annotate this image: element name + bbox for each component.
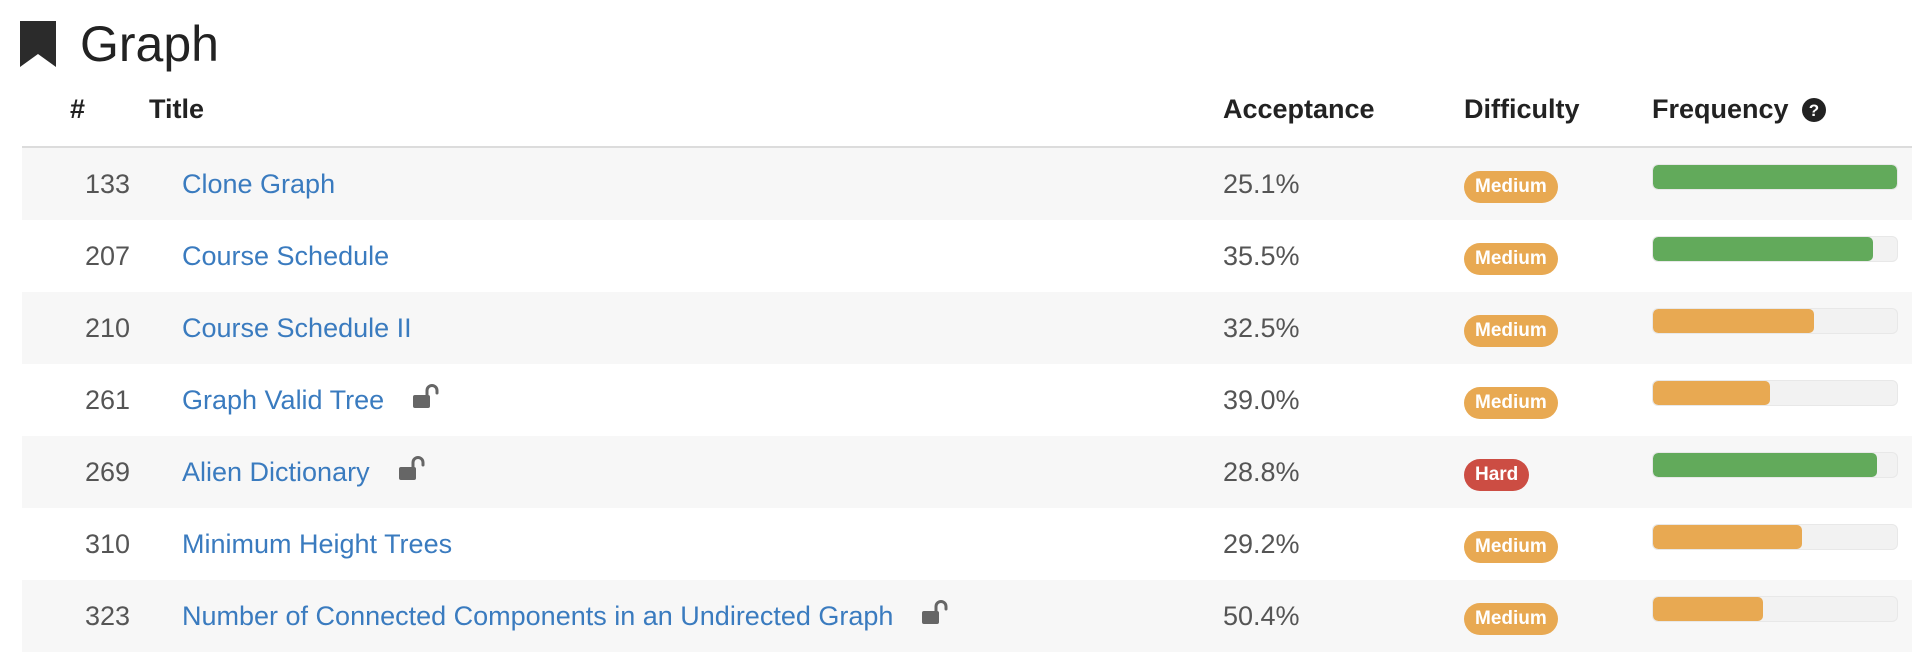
- problem-title-link[interactable]: Course Schedule: [182, 241, 389, 272]
- acceptance-rate: 29.2%: [1223, 528, 1300, 559]
- problem-number: 207: [85, 240, 131, 271]
- frequency-bar-fill: [1653, 309, 1815, 333]
- svg-text:?: ?: [1808, 101, 1818, 120]
- unlock-icon: [396, 454, 426, 484]
- frequency-cell: [1652, 436, 1898, 508]
- column-header-number[interactable]: #: [70, 94, 85, 125]
- problem-number: 269: [85, 456, 131, 487]
- acceptance-rate: 28.8%: [1223, 456, 1300, 487]
- problem-title-link[interactable]: Graph Valid Tree: [182, 385, 384, 416]
- difficulty-badge: Medium: [1464, 603, 1558, 635]
- frequency-cell: [1652, 508, 1898, 580]
- frequency-bar: [1652, 164, 1898, 190]
- difficulty-badge: Medium: [1464, 171, 1558, 203]
- table-body: 133 Clone Graph 25.1% Medium 207 Course Sched…: [22, 148, 1912, 652]
- problem-title-cell: Course Schedule: [182, 220, 389, 292]
- bookmark-icon: [20, 21, 56, 67]
- problem-number: 261: [85, 384, 131, 415]
- problem-title-link[interactable]: Number of Connected Components in an Und…: [182, 601, 893, 632]
- frequency-bar-fill: [1653, 381, 1771, 405]
- frequency-cell: [1652, 292, 1898, 364]
- unlock-icon: [919, 598, 949, 628]
- frequency-bar: [1652, 452, 1898, 478]
- frequency-bar-fill: [1653, 453, 1878, 477]
- problem-title-cell: Number of Connected Components in an Und…: [182, 580, 949, 652]
- frequency-bar-fill: [1653, 165, 1897, 189]
- problem-title-cell: Clone Graph: [182, 148, 335, 220]
- table-row: 269 Alien Dictionary 28.8% Hard: [22, 436, 1912, 508]
- problem-title-cell: Minimum Height Trees: [182, 508, 452, 580]
- problem-number: 133: [85, 168, 131, 199]
- problem-number: 323: [85, 600, 131, 631]
- section-header: Graph: [20, 14, 219, 74]
- difficulty-cell: Medium: [1464, 508, 1558, 580]
- acceptance-rate: 32.5%: [1223, 312, 1300, 343]
- difficulty-cell: Medium: [1464, 580, 1558, 652]
- question-circle-icon[interactable]: ?: [1801, 97, 1827, 123]
- frequency-cell: [1652, 148, 1898, 220]
- frequency-bar: [1652, 236, 1898, 262]
- difficulty-cell: Medium: [1464, 220, 1558, 292]
- problem-title-link[interactable]: Minimum Height Trees: [182, 529, 452, 560]
- column-header-difficulty[interactable]: Difficulty: [1464, 94, 1580, 125]
- problem-title-cell: Graph Valid Tree: [182, 364, 440, 436]
- problem-title-cell: Alien Dictionary: [182, 436, 426, 508]
- difficulty-badge: Medium: [1464, 315, 1558, 347]
- column-header-title[interactable]: Title: [149, 94, 204, 125]
- table-header: # Title Acceptance Difficulty Frequency …: [22, 76, 1912, 148]
- column-header-acceptance[interactable]: Acceptance: [1223, 94, 1375, 125]
- problem-title-link[interactable]: Course Schedule II: [182, 313, 412, 344]
- table-row: 207 Course Schedule 35.5% Medium: [22, 220, 1912, 292]
- difficulty-cell: Hard: [1464, 436, 1530, 508]
- problem-title-link[interactable]: Alien Dictionary: [182, 457, 370, 488]
- difficulty-cell: Medium: [1464, 364, 1558, 436]
- column-header-frequency[interactable]: Frequency: [1652, 94, 1789, 125]
- difficulty-badge: Medium: [1464, 243, 1558, 275]
- frequency-cell: [1652, 580, 1898, 652]
- difficulty-badge: Hard: [1464, 459, 1530, 491]
- table-row: 210 Course Schedule II 32.5% Medium: [22, 292, 1912, 364]
- table-row: 310 Minimum Height Trees 29.2% Medium: [22, 508, 1912, 580]
- unlock-icon: [410, 382, 440, 412]
- acceptance-rate: 35.5%: [1223, 240, 1300, 271]
- frequency-bar: [1652, 596, 1898, 622]
- frequency-bar: [1652, 308, 1898, 334]
- frequency-cell: [1652, 220, 1898, 292]
- problem-table: # Title Acceptance Difficulty Frequency …: [22, 76, 1912, 652]
- frequency-bar-fill: [1653, 237, 1873, 261]
- difficulty-badge: Medium: [1464, 531, 1558, 563]
- acceptance-rate: 39.0%: [1223, 384, 1300, 415]
- frequency-bar-fill: [1653, 597, 1763, 621]
- frequency-cell: [1652, 364, 1898, 436]
- table-row: 133 Clone Graph 25.1% Medium: [22, 148, 1912, 220]
- acceptance-rate: 25.1%: [1223, 168, 1300, 199]
- frequency-bar: [1652, 380, 1898, 406]
- frequency-bar: [1652, 524, 1898, 550]
- table-row: 323 Number of Connected Components in an …: [22, 580, 1912, 652]
- acceptance-rate: 50.4%: [1223, 600, 1300, 631]
- problem-title-link[interactable]: Clone Graph: [182, 169, 335, 200]
- difficulty-badge: Medium: [1464, 387, 1558, 419]
- problem-title-cell: Course Schedule II: [182, 292, 412, 364]
- table-row: 261 Graph Valid Tree 39.0% Medium: [22, 364, 1912, 436]
- column-header-frequency-wrap: Frequency ?: [1652, 94, 1827, 125]
- problem-number: 210: [85, 312, 131, 343]
- problem-number: 310: [85, 528, 131, 559]
- frequency-bar-fill: [1653, 525, 1802, 549]
- page-title: Graph: [80, 16, 219, 72]
- difficulty-cell: Medium: [1464, 292, 1558, 364]
- difficulty-cell: Medium: [1464, 148, 1558, 220]
